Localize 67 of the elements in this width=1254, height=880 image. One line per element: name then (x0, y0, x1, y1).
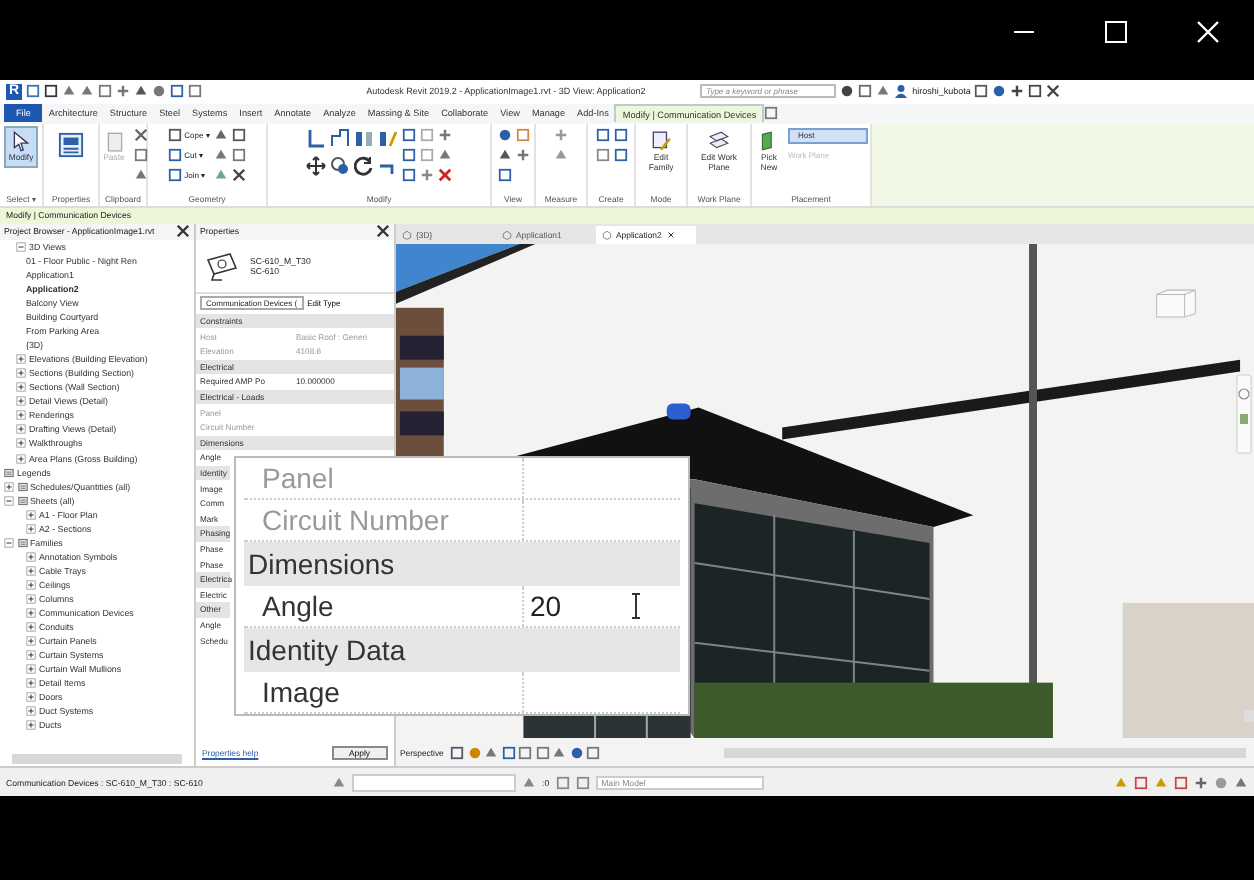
expand-icon[interactable] (26, 692, 36, 703)
delete-icon[interactable] (438, 167, 452, 182)
close-icon (1196, 20, 1220, 44)
expand-icon[interactable] (16, 453, 26, 464)
expand-icon[interactable] (26, 664, 36, 675)
properties-icon[interactable] (58, 131, 84, 158)
expand-icon[interactable] (4, 481, 14, 492)
expand-icon[interactable] (26, 678, 36, 689)
expand-icon[interactable] (16, 438, 26, 449)
property-label: Image (260, 675, 342, 708)
expand-icon[interactable] (16, 354, 26, 365)
restore-icon[interactable] (1028, 84, 1043, 99)
expand-icon[interactable] (26, 579, 36, 590)
property-group-header[interactable]: Dimensions (244, 541, 680, 586)
folder-icon (17, 495, 27, 506)
3d-view-icon (602, 229, 612, 240)
cut-icon[interactable] (133, 127, 147, 142)
expand-icon[interactable] (26, 509, 36, 520)
clipboard-icon (103, 129, 125, 152)
expand-icon[interactable] (26, 720, 36, 731)
expand-icon[interactable] (16, 410, 26, 421)
folder-icon (17, 537, 27, 548)
expand-icon[interactable] (26, 551, 36, 562)
family-icon (650, 129, 672, 152)
3d-view-icon (402, 229, 412, 240)
expand-icon[interactable] (16, 424, 26, 435)
property-group-header[interactable]: Identity Data (244, 627, 680, 672)
expand-icon[interactable] (16, 368, 26, 379)
mirror-icon[interactable] (354, 127, 374, 148)
expand-icon[interactable] (26, 706, 36, 717)
folder-icon (17, 481, 27, 492)
collapse-icon[interactable] (16, 241, 26, 252)
expand-icon[interactable] (16, 396, 26, 407)
close-icon[interactable] (176, 224, 190, 239)
cursor-icon (10, 129, 32, 152)
rotate-icon[interactable] (354, 155, 374, 176)
expand-icon[interactable] (26, 636, 36, 647)
horizontal-scrollbar[interactable] (723, 747, 1246, 758)
property-label: Angle (260, 589, 336, 622)
property-label: Panel (260, 461, 336, 494)
expand-icon[interactable] (26, 565, 36, 576)
maximize-icon (1104, 20, 1128, 44)
mirror-draw-icon[interactable] (378, 127, 398, 148)
panel-toggle-icon[interactable] (764, 106, 779, 121)
expand-icon[interactable] (26, 523, 36, 534)
user-icon (894, 84, 909, 99)
horizontal-scrollbar[interactable] (12, 754, 182, 765)
expand-icon[interactable] (26, 622, 36, 633)
expand-icon[interactable] (16, 382, 26, 393)
close-icon[interactable] (1046, 84, 1061, 99)
property-value[interactable]: 20 (530, 589, 562, 622)
expand-icon[interactable] (26, 608, 36, 619)
move-arrows-icon[interactable] (306, 155, 326, 176)
expand-icon[interactable] (26, 650, 36, 661)
align-icon[interactable] (306, 127, 326, 148)
offset-icon[interactable] (330, 127, 350, 148)
collapse-icon[interactable] (4, 537, 14, 548)
collapse-icon[interactable] (4, 495, 14, 506)
property-label: Circuit Number (260, 503, 451, 536)
folder-icon (4, 467, 14, 478)
3d-view-icon (502, 229, 512, 240)
status-field[interactable] (352, 773, 516, 792)
close-icon[interactable] (665, 229, 676, 240)
expand-icon[interactable] (26, 594, 36, 604)
close-icon[interactable] (376, 224, 390, 239)
text-cursor-icon (629, 591, 642, 620)
work-plane-icon (708, 129, 730, 152)
